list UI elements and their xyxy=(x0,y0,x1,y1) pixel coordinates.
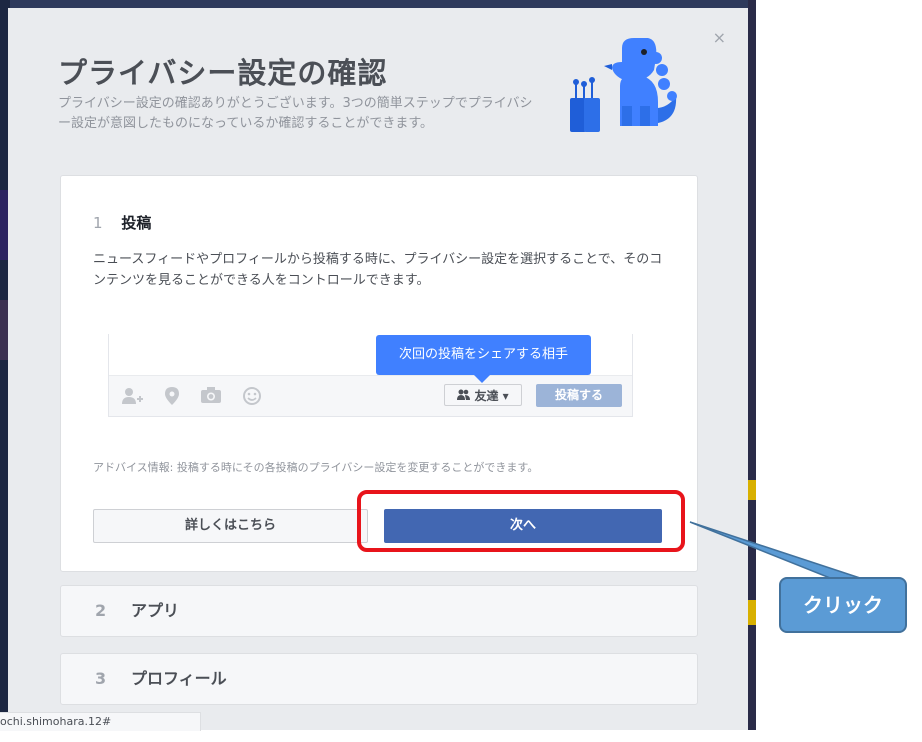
background-page-right xyxy=(748,0,756,730)
caret-down-icon: ▾ xyxy=(502,389,509,403)
advice-text: アドバイス情報: 投稿する時にその各投稿のプライバシー設定を変更することができま… xyxy=(93,461,539,474)
step-description: ニュースフィードやプロフィールから投稿する時に、プライバシー設定を選択することで… xyxy=(93,252,663,288)
step-label: プロフィール xyxy=(131,669,227,688)
camera-icon xyxy=(201,387,221,407)
close-icon[interactable]: × xyxy=(713,28,726,47)
audience-tooltip: 次回の投稿をシェアする相手 xyxy=(376,335,591,383)
step-section-profile[interactable]: 3 プロフィール xyxy=(60,653,698,705)
dialog-title: プライバシー設定の確認 xyxy=(58,56,388,90)
step-title: 投稿 xyxy=(121,214,152,232)
learn-more-button[interactable]: 詳しくはこちら xyxy=(93,509,368,543)
dialog-subtitle: プライバシー設定の確認ありがとうございます。3つの簡単ステップでプライバシー設定… xyxy=(58,96,533,131)
status-bar-url: ochi.shimohara.12# xyxy=(0,712,201,731)
click-callout: クリック xyxy=(779,577,907,633)
background-page-top xyxy=(0,0,756,8)
smiley-icon xyxy=(243,387,261,409)
privacy-dinosaur-icon xyxy=(570,38,677,132)
step-card-posts: 1 投稿 ニュースフィードやプロフィールから投稿する時に、プライバシー設定を選択… xyxy=(60,175,698,572)
audience-selector[interactable]: 友達 ▾ xyxy=(444,384,522,406)
audience-label: 友達 xyxy=(474,389,499,403)
step-number: 3 xyxy=(95,669,107,688)
post-button[interactable]: 投稿する xyxy=(536,384,622,407)
location-icon xyxy=(165,387,179,409)
step-number: 1 xyxy=(93,214,103,232)
step-section-apps[interactable]: 2 アプリ xyxy=(60,585,698,637)
friends-icon xyxy=(457,389,474,403)
step-label: アプリ xyxy=(131,601,180,620)
privacy-checkup-dialog: × プライバシー設定の確認 プライバシー設定の確認ありがとうございます。3つの簡… xyxy=(8,8,748,730)
composer-toolbar: 友達 ▾ 投稿する xyxy=(109,375,632,416)
step-number: 2 xyxy=(95,601,107,620)
click-highlight-frame xyxy=(357,490,685,552)
step-header: 1 投稿 xyxy=(93,212,151,233)
tag-friends-icon xyxy=(121,387,143,409)
